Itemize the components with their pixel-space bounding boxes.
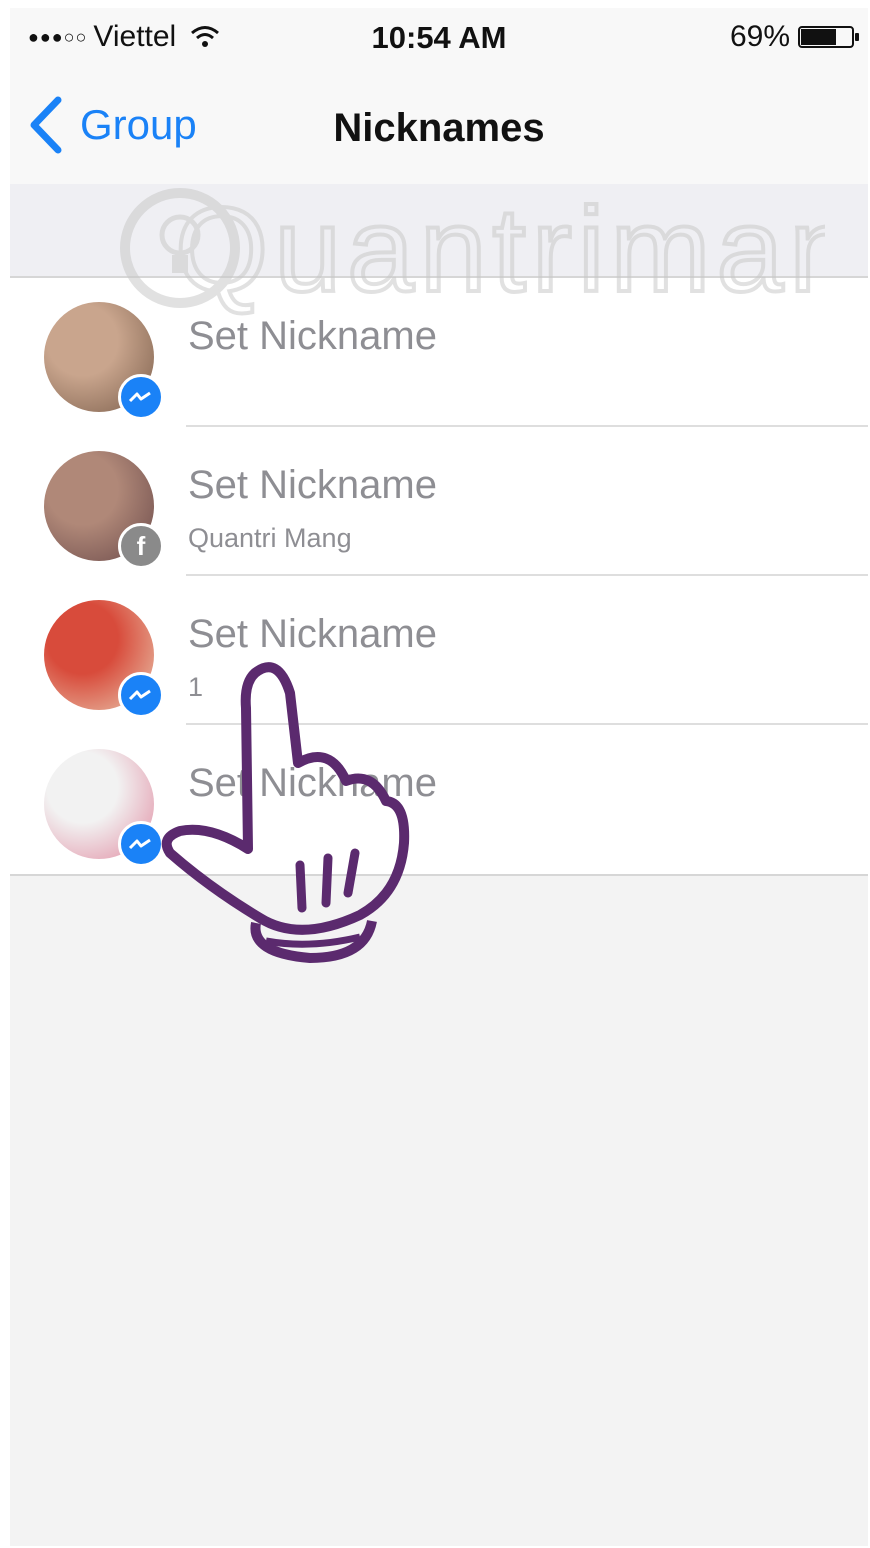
page-title: Nicknames: [333, 106, 545, 150]
member-name: 1: [188, 672, 204, 702]
member-name: Quantri Mang: [188, 523, 352, 553]
navigation-bar: Group Nicknames: [10, 66, 868, 186]
phone-screen: ●●●○○ Viettel 10:54 AM 69% Group Nicknam…: [10, 8, 868, 1546]
nickname-list: Set Nickname f Set Nickname Quantri Mang…: [10, 278, 868, 876]
messenger-badge-icon: [118, 672, 164, 718]
set-nickname-label: Set Nickname: [188, 612, 437, 656]
battery-percent: 69%: [729, 20, 790, 53]
messenger-badge-icon: [118, 821, 164, 867]
set-nickname-label: Set Nickname: [188, 463, 437, 507]
messenger-badge-icon: [118, 374, 164, 420]
set-nickname-label: Set Nickname: [188, 314, 437, 358]
battery-icon: [798, 26, 859, 48]
list-item[interactable]: f Set Nickname Quantri Mang: [10, 427, 868, 576]
status-bar: ●●●○○ Viettel 10:54 AM 69%: [10, 8, 868, 66]
facebook-badge-icon: f: [118, 523, 164, 569]
list-item[interactable]: Set Nickname: [10, 278, 868, 427]
list-item[interactable]: Set Nickname 1: [10, 576, 868, 725]
section-header: [10, 184, 868, 278]
battery-fill: [801, 29, 836, 45]
set-nickname-label: Set Nickname: [188, 761, 437, 805]
list-item[interactable]: Set Nickname: [10, 725, 868, 874]
status-right: 69%: [730, 20, 860, 54]
